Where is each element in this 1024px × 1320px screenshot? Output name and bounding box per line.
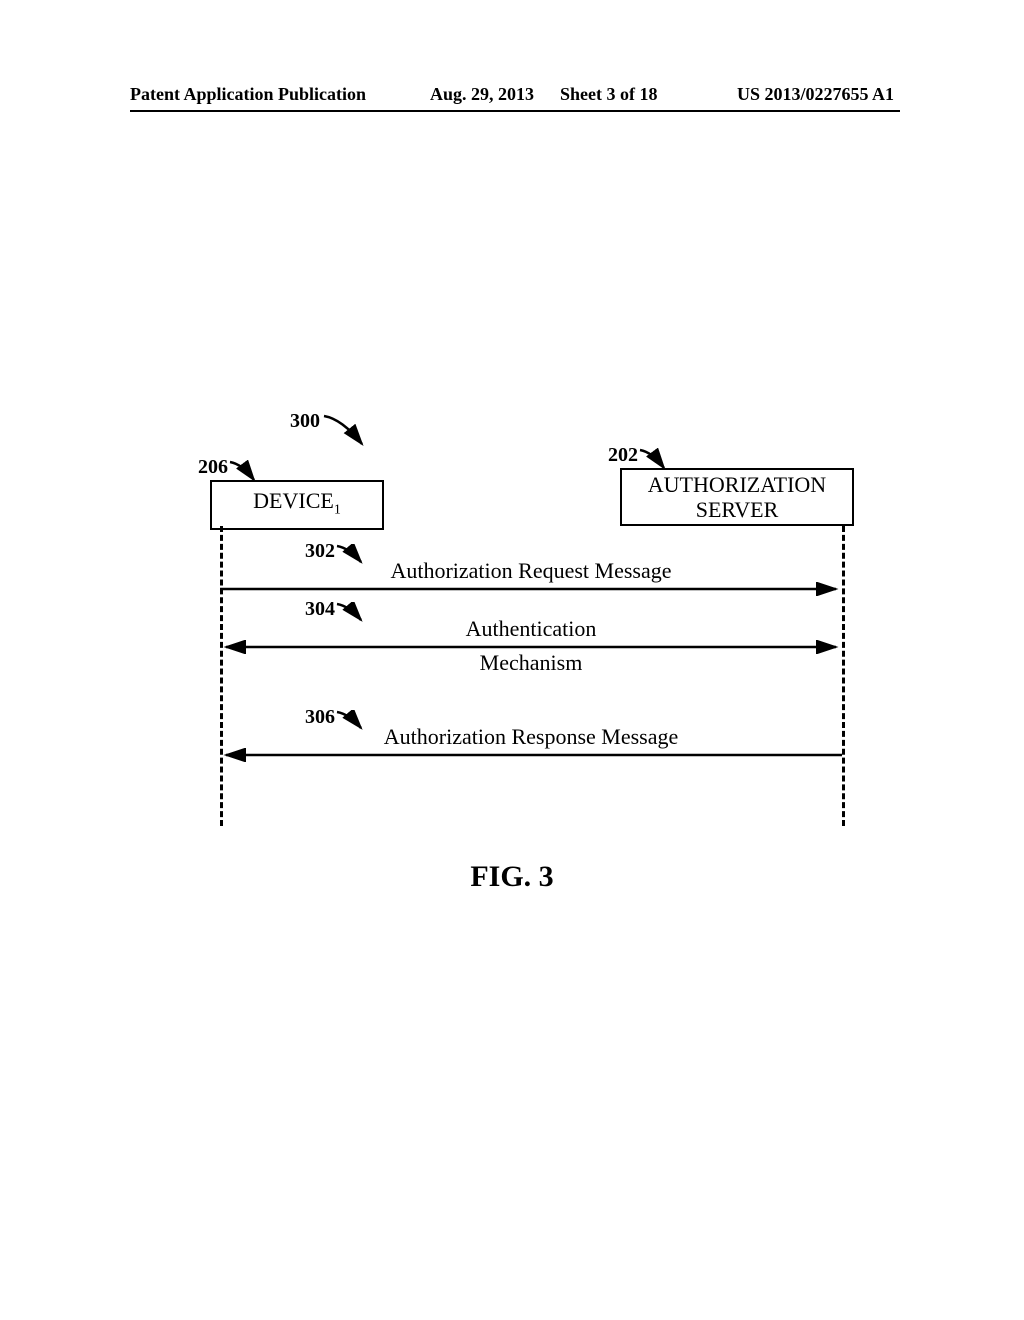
sequence-diagram: 300 206 202 DEVICE1 AUTHORIZATION (190, 420, 870, 840)
sheet-number: Sheet 3 of 18 (560, 84, 658, 105)
leader-arrow-icon (322, 414, 372, 454)
message-304-label-top: Authentication (220, 616, 842, 642)
message-306-label: Authorization Response Message (220, 724, 842, 750)
ref-202-text: 202 (608, 444, 638, 466)
message-302-label: Authorization Request Message (220, 558, 842, 584)
entity-device: DEVICE1 (210, 480, 384, 530)
ref-300-text: 300 (290, 410, 320, 432)
publication-number: US 2013/0227655 A1 (737, 84, 894, 105)
entity-device-subscript: 1 (334, 502, 341, 517)
entity-device-name: DEVICE (253, 488, 334, 513)
figure-caption: FIG. 3 (0, 860, 1024, 894)
ref-300: 300 (290, 410, 320, 433)
arrow-left-icon (220, 748, 842, 762)
ref-202: 202 (608, 444, 638, 467)
publication-date: Aug. 29, 2013 (430, 84, 534, 105)
ref-206: 206 (198, 456, 228, 479)
arrow-right-icon (220, 582, 842, 596)
lifeline-server (842, 526, 845, 826)
entity-server-line2: SERVER (696, 497, 779, 522)
entity-server-line1: AUTHORIZATION (648, 472, 826, 497)
publication-type: Patent Application Publication (130, 84, 366, 105)
page: Patent Application Publication Aug. 29, … (0, 0, 1024, 1320)
message-304-label-bottom: Mechanism (220, 650, 842, 676)
header-rule (130, 110, 900, 112)
entity-authorization-server: AUTHORIZATION SERVER (620, 468, 854, 526)
ref-206-text: 206 (198, 456, 228, 478)
